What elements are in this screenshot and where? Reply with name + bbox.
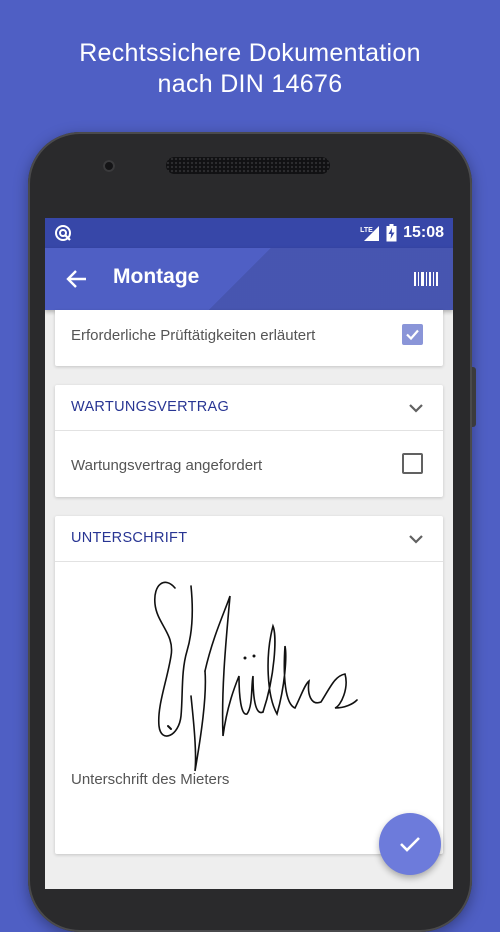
status-bar: LTE 15:08 [45, 218, 453, 248]
back-arrow-icon[interactable] [63, 265, 91, 293]
battery-charging-icon [386, 224, 397, 242]
chevron-down-icon[interactable] [407, 399, 425, 417]
checklist-label: Erforderliche Prüftätigkeiten erläutert [71, 327, 316, 344]
chevron-down-icon[interactable] [407, 530, 425, 548]
section-header-wartungsvertrag[interactable]: WARTUNGSVERTRAG [55, 385, 443, 431]
earpiece-speaker [166, 157, 330, 174]
status-time: 15:08 [403, 224, 444, 241]
checklist-label: Wartungsvertrag angefordert [71, 457, 263, 474]
confirm-fab[interactable] [379, 813, 441, 875]
signature-caption: Unterschrift des Mieters [71, 771, 230, 788]
app-screen: LTE 15:08 Montage Erforderliche Prüftäti… [45, 218, 453, 889]
signal-icon: LTE [360, 224, 380, 242]
headline-line-1: Rechtssichere Dokumentation [79, 39, 421, 67]
front-camera [103, 160, 115, 172]
headline-line-2: nach DIN 14676 [157, 70, 343, 98]
section-card-wartungsvertrag: WARTUNGSVERTRAG Wartungsvertrag angeford… [55, 385, 443, 497]
page-title: Montage [113, 265, 200, 288]
checkbox-checked[interactable] [402, 324, 423, 345]
checkbox-unchecked[interactable] [402, 453, 423, 474]
section-card-unterschrift: UNTERSCHRIFT Unterschrift des Mieters [55, 516, 443, 854]
section-title: UNTERSCHRIFT [71, 530, 188, 546]
signature-pad[interactable] [135, 576, 365, 781]
app-bar: Montage [45, 248, 453, 310]
section-header-unterschrift[interactable]: UNTERSCHRIFT [55, 516, 443, 562]
phone-side-button [472, 367, 476, 427]
barcode-icon[interactable] [413, 268, 439, 290]
section-title: WARTUNGSVERTRAG [71, 399, 230, 415]
checklist-card-pruefung: Erforderliche Prüftätigkeiten erläutert [55, 310, 443, 366]
notification-target-icon [54, 224, 72, 247]
checkmark-icon [400, 837, 420, 852]
promo-headline: Rechtssichere Dokumentation nach DIN 146… [0, 38, 500, 100]
